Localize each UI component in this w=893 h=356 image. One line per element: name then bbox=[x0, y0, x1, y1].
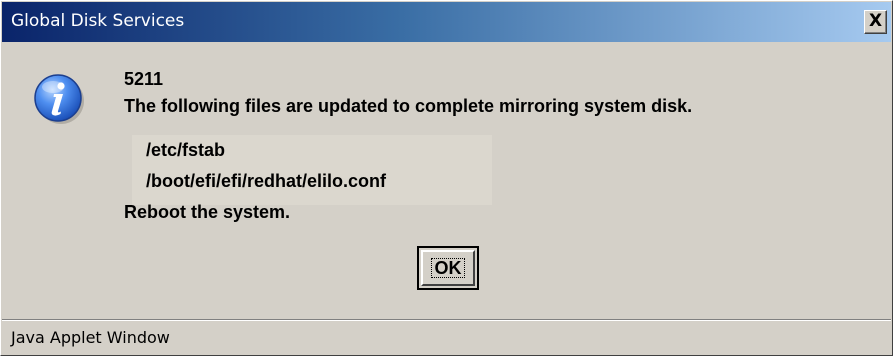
file-list: /etc/fstab /boot/efi/efi/redhat/elilo.co… bbox=[132, 135, 492, 205]
ok-button[interactable]: OK bbox=[421, 250, 475, 286]
info-icon bbox=[34, 73, 86, 125]
message-text: The following files are updated to compl… bbox=[124, 96, 693, 116]
close-button[interactable]: X bbox=[864, 10, 887, 34]
file-item: /boot/efi/efi/redhat/elilo.conf bbox=[146, 171, 387, 191]
file-item: /etc/fstab bbox=[146, 140, 226, 160]
message-block: 5211 The following files are updated to … bbox=[124, 66, 692, 120]
instruction-text: Reboot the system. bbox=[124, 202, 291, 222]
ok-button-frame: OK bbox=[417, 246, 479, 290]
dialog-window: Global Disk Services X 5211 The followin… bbox=[0, 0, 893, 356]
status-bar: Java Applet Window bbox=[2, 321, 891, 355]
title-bar[interactable]: Global Disk Services X bbox=[2, 2, 891, 42]
window-title: Global Disk Services bbox=[11, 11, 185, 31]
close-icon: X bbox=[868, 11, 883, 31]
ok-button-label: OK bbox=[434, 258, 462, 278]
status-text: Java Applet Window bbox=[11, 328, 170, 347]
message-code: 5211 bbox=[124, 69, 164, 89]
